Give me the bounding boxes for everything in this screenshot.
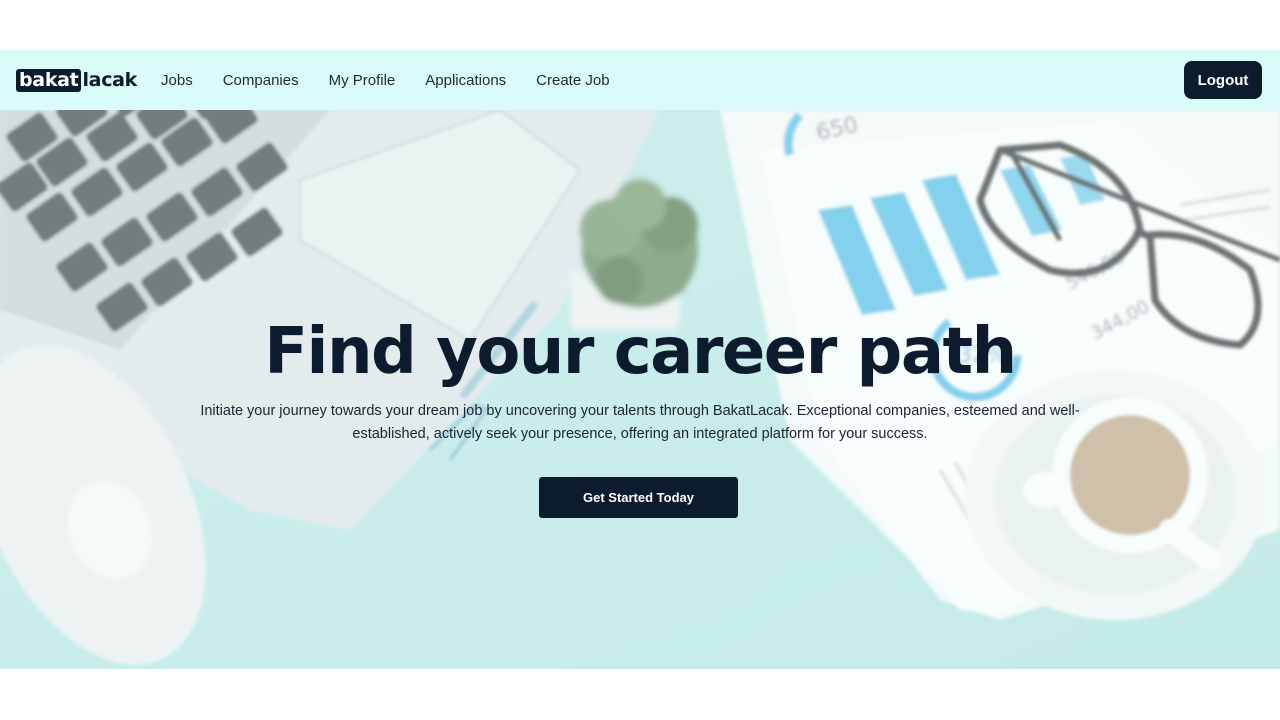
brand-logo[interactable]: bakat lacak	[16, 68, 138, 92]
logout-button[interactable]: Logout	[1184, 61, 1262, 99]
hero-section: 650 546,00 344,00 32% Find your career p…	[0, 110, 1280, 669]
logo-rest-text: lacak	[82, 69, 138, 91]
logo-box-text: bakat	[16, 68, 82, 92]
nav-link-create-job[interactable]: Create Job	[536, 72, 609, 89]
hero-content: Find your career path Initiate your jour…	[0, 110, 1280, 669]
nav-links: Jobs Companies My Profile Applications C…	[161, 72, 640, 89]
nav-link-applications[interactable]: Applications	[425, 72, 506, 89]
nav-link-companies[interactable]: Companies	[223, 72, 299, 89]
hero-title: Find your career path	[264, 315, 1017, 389]
navbar: bakat lacak Jobs Companies My Profile Ap…	[0, 50, 1280, 110]
hero-description: Initiate your journey towards your dream…	[200, 403, 1080, 442]
nav-link-jobs[interactable]: Jobs	[161, 72, 193, 89]
get-started-button[interactable]: Get Started Today	[539, 477, 738, 518]
nav-link-my-profile[interactable]: My Profile	[329, 72, 396, 89]
page: bakat lacak Jobs Companies My Profile Ap…	[0, 0, 1280, 720]
